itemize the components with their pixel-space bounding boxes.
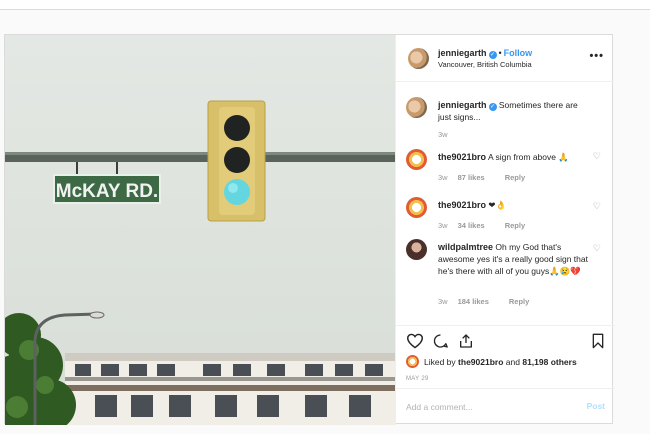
comment-likes[interactable]: 87 likes (458, 173, 485, 182)
comment-avatar[interactable] (406, 149, 427, 170)
share-icon[interactable] (458, 333, 474, 353)
comment-text: A sign from above 🙏 (487, 152, 569, 162)
heart-icon[interactable] (406, 333, 424, 353)
comment-username[interactable]: jenniegarth (438, 100, 487, 110)
street-sign-text: McKAY RD. (56, 181, 158, 202)
likes-text: Liked by the9021bro and 81,198 others (424, 357, 577, 367)
comment-time[interactable]: 3w (438, 173, 448, 182)
post-header: jenniegarth ✓ • Follow Vancouver, British C… (396, 35, 614, 82)
separator-dot: • (498, 48, 502, 58)
add-comment-input[interactable]: Add a comment... (406, 402, 473, 412)
likes-count[interactable]: 81,198 others (522, 357, 576, 367)
comment-meta: 3w 34 likes Reply (438, 221, 525, 230)
post-card: McKAY RD. jenniegarth ✓ • Follow Vancouver,… (4, 34, 615, 425)
caption-avatar[interactable] (406, 97, 427, 118)
comment-text-block: wildpalmtree Oh my God that's awesome ye… (438, 241, 588, 277)
comment-icon[interactable] (432, 333, 449, 353)
comment-time[interactable]: 3w (438, 130, 448, 139)
bookmark-icon[interactable] (591, 333, 605, 353)
comment-text-block: the9021bro ❤👌 (438, 199, 588, 211)
more-icon[interactable]: ••• (589, 50, 604, 62)
verified-badge-icon: ✓ (488, 103, 497, 111)
likes-prefix: Liked by (424, 357, 456, 367)
comment-likes[interactable]: 34 likes (458, 221, 485, 230)
post-date[interactable]: MAY 29 (406, 376, 429, 382)
comment-meta: 3w (438, 130, 458, 139)
comment-username[interactable]: wildpalmtree (438, 242, 493, 252)
top-nav-bar (0, 0, 650, 10)
author-username[interactable]: jenniegarth (438, 48, 487, 58)
comments-list: jenniegarth ✓ Sometimes there are just si… (396, 83, 615, 323)
verified-badge-icon: ✓ (488, 51, 497, 59)
comment-text: ❤👌 (488, 200, 507, 210)
liker-avatar[interactable] (406, 355, 419, 368)
post-photo[interactable]: McKAY RD. (5, 35, 395, 425)
liker-username[interactable]: the9021bro (458, 357, 503, 367)
post-comment-button[interactable]: Post (587, 401, 605, 411)
comment-time[interactable]: 3w (438, 221, 448, 230)
post-sidebar: jenniegarth ✓ • Follow Vancouver, British C… (395, 35, 615, 425)
comment-username[interactable]: the9021bro (438, 152, 486, 162)
post-location[interactable]: Vancouver, British Columbia (438, 60, 532, 69)
comment-heart-icon[interactable]: ♡ (593, 151, 601, 162)
post-actions: Liked by the9021bro and 81,198 others MA… (396, 325, 615, 425)
comment-avatar[interactable] (406, 239, 427, 260)
comment-likes[interactable]: 184 likes (458, 297, 489, 306)
follow-button[interactable]: Follow (504, 48, 533, 58)
comment-text-block: the9021bro A sign from above 🙏 (438, 151, 588, 163)
likes-joiner: and (505, 357, 520, 367)
reply-button[interactable]: Reply (505, 173, 525, 182)
caption-text-block: jenniegarth ✓ Sometimes there are just si… (438, 99, 588, 123)
comment-time[interactable]: 3w (438, 297, 448, 306)
comment-meta: 3w 87 likes Reply (438, 173, 525, 182)
photo-illustration: McKAY RD. (5, 35, 395, 425)
author-avatar[interactable] (408, 48, 429, 69)
comment-meta: 3w 184 likes Reply (438, 297, 529, 306)
reply-button[interactable]: Reply (509, 297, 529, 306)
reply-button[interactable]: Reply (505, 221, 525, 230)
comment-username[interactable]: the9021bro (438, 200, 486, 210)
comment-heart-icon[interactable]: ♡ (593, 243, 601, 254)
comment-heart-icon[interactable]: ♡ (593, 201, 601, 212)
add-comment-bar: Add a comment... Post (396, 388, 615, 424)
author-line: jenniegarth ✓ • Follow (438, 48, 532, 59)
comment-avatar[interactable] (406, 197, 427, 218)
